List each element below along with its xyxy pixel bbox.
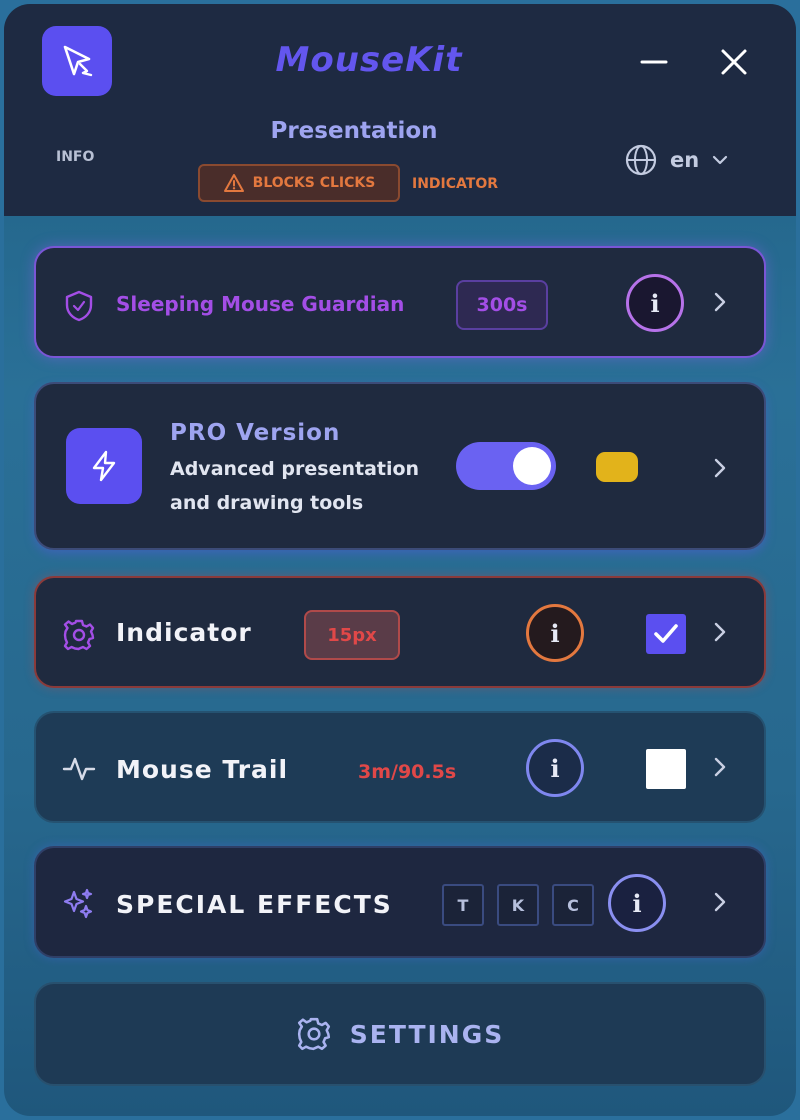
indicator-size-badge[interactable]: 15px bbox=[304, 610, 400, 660]
pro-description-line1: Advanced presentation bbox=[170, 458, 420, 480]
info-icon[interactable]: i bbox=[608, 874, 666, 932]
sparkles-icon bbox=[63, 888, 93, 919]
guardian-timeout-badge[interactable]: 300s bbox=[456, 280, 548, 330]
toggle-knob bbox=[513, 447, 551, 485]
chevron-right-icon[interactable] bbox=[710, 290, 730, 314]
activity-icon bbox=[62, 757, 96, 781]
gear-icon bbox=[63, 619, 95, 651]
blocks-clicks-badge: BLOCKS CLICKS bbox=[198, 164, 400, 202]
chevron-down-icon bbox=[713, 155, 728, 165]
special-effects-card[interactable]: SPECIAL EFFECTS T K C i bbox=[34, 846, 766, 958]
globe-icon bbox=[625, 144, 657, 176]
shield-icon bbox=[65, 290, 93, 322]
pro-status-indicator bbox=[596, 452, 638, 482]
language-selector[interactable]: en bbox=[624, 142, 729, 178]
guardian-label: Sleeping Mouse Guardian bbox=[116, 292, 405, 316]
shortcut-key-k[interactable]: K bbox=[497, 884, 539, 926]
header: MouseKit INFO Presentation BLOCKS CLICKS… bbox=[4, 4, 796, 216]
info-icon[interactable]: i bbox=[626, 274, 684, 332]
minimize-icon bbox=[640, 60, 668, 64]
shortcut-key-c[interactable]: C bbox=[552, 884, 594, 926]
info-icon[interactable]: i bbox=[526, 604, 584, 662]
mode-title: Presentation bbox=[270, 118, 438, 144]
blocks-clicks-text: BLOCKS CLICKS bbox=[252, 175, 376, 191]
app-title: MouseKit bbox=[275, 40, 463, 80]
pro-version-card[interactable]: PRO Version Advanced presentation and dr… bbox=[34, 382, 766, 550]
indicator-label: Indicator bbox=[116, 618, 252, 647]
indicator-checkbox[interactable] bbox=[646, 614, 686, 654]
mouse-trail-card[interactable]: Mouse Trail 3m/90.5s i bbox=[34, 711, 766, 823]
guardian-card[interactable]: Sleeping Mouse Guardian 300s i bbox=[34, 246, 766, 358]
mouse-trail-value: 3m/90.5s bbox=[358, 761, 457, 783]
shortcut-key-t[interactable]: T bbox=[442, 884, 484, 926]
chevron-right-icon[interactable] bbox=[710, 620, 730, 644]
pro-toggle[interactable] bbox=[456, 442, 556, 490]
chevron-right-icon[interactable] bbox=[710, 890, 730, 914]
chevron-right-icon[interactable] bbox=[710, 755, 730, 779]
settings-button[interactable]: SETTINGS bbox=[34, 982, 766, 1086]
close-icon bbox=[721, 49, 747, 75]
pro-description-line2: and drawing tools bbox=[170, 492, 364, 514]
mouse-trail-label: Mouse Trail bbox=[116, 755, 289, 784]
indicator-card[interactable]: Indicator 15px i bbox=[34, 576, 766, 688]
special-effects-label: SPECIAL EFFECTS bbox=[116, 890, 393, 919]
chevron-right-icon[interactable] bbox=[710, 456, 730, 480]
minimize-button[interactable] bbox=[632, 40, 676, 84]
close-button[interactable] bbox=[712, 40, 756, 84]
warning-icon bbox=[223, 174, 244, 192]
indicator-mode-label: INDICATOR bbox=[412, 176, 499, 192]
cursor-icon bbox=[42, 26, 112, 96]
gear-icon bbox=[297, 1017, 330, 1051]
mouse-trail-checkbox[interactable] bbox=[646, 749, 686, 789]
mousekit-window: MouseKit INFO Presentation BLOCKS CLICKS… bbox=[4, 4, 796, 1116]
info-icon[interactable]: i bbox=[526, 739, 584, 797]
lightning-icon bbox=[66, 428, 142, 504]
language-value: en bbox=[670, 148, 700, 172]
pro-title: PRO Version bbox=[170, 420, 341, 446]
settings-label: SETTINGS bbox=[349, 1019, 505, 1049]
info-label[interactable]: INFO bbox=[56, 149, 94, 165]
